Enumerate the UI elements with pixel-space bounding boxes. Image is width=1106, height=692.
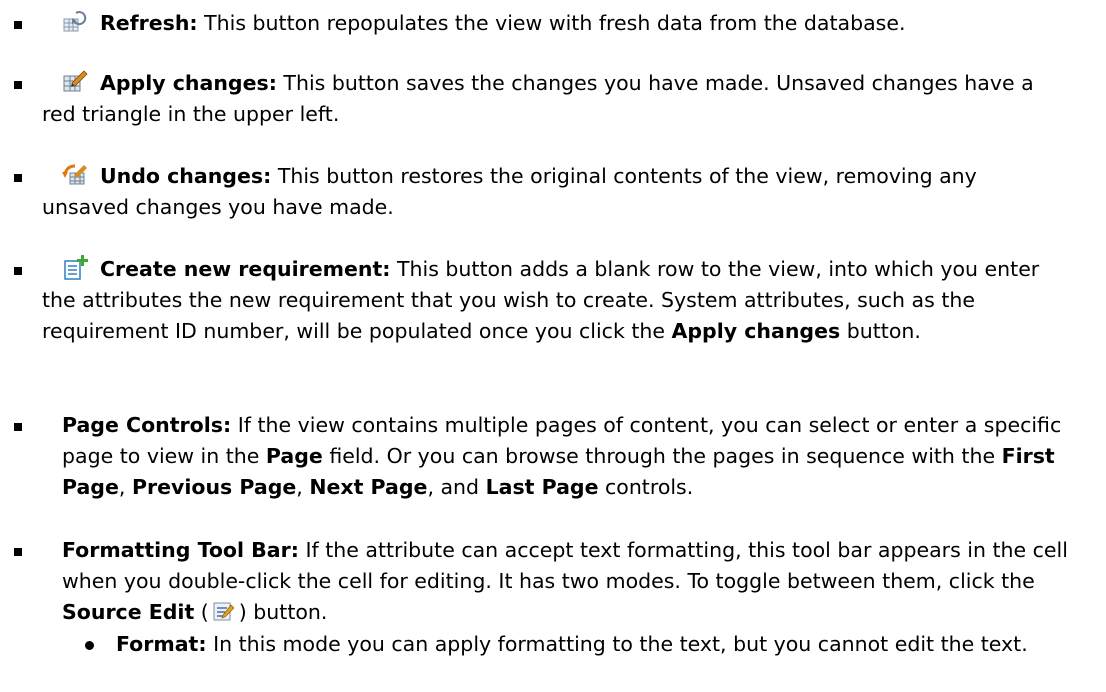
- bullet: [14, 548, 22, 556]
- item-description: controls.: [598, 475, 694, 499]
- list-item-text: Refresh: This button repopulates the vie…: [42, 8, 1066, 39]
- sub-bullet: [85, 641, 94, 650]
- paren: (: [194, 600, 209, 624]
- undo-changes-icon: [62, 162, 88, 188]
- list-item-text: Apply changes: This button saves the cha…: [42, 68, 1066, 130]
- paren: ): [238, 600, 247, 624]
- list-item-text: Formatting Tool Bar: If the attribute ca…: [62, 535, 1086, 628]
- item-description-tail: button.: [840, 319, 921, 343]
- next-page-ref: Next Page: [309, 475, 428, 499]
- bullet: [14, 267, 22, 275]
- item-label: Create new requirement:: [100, 257, 391, 281]
- apply-changes-ref: Apply changes: [671, 319, 841, 343]
- page-field-ref: Page: [265, 444, 323, 468]
- item-label: Page Controls:: [62, 413, 232, 437]
- list-item-text: Create new requirement: This button adds…: [42, 254, 1066, 347]
- bullet: [14, 81, 22, 89]
- bullet: [14, 174, 22, 182]
- separator: ,: [118, 475, 132, 499]
- bullet: [14, 21, 22, 29]
- previous-page-ref: Previous Page: [131, 475, 297, 499]
- create-requirement-icon: [62, 255, 88, 281]
- bullet: [14, 423, 22, 431]
- refresh-icon: [62, 9, 88, 35]
- item-label: Formatting Tool Bar:: [62, 538, 299, 562]
- list-item-text: Page Controls: If the view contains mult…: [62, 410, 1086, 503]
- separator: ,: [296, 475, 310, 499]
- item-label: Refresh:: [100, 11, 198, 35]
- source-edit-icon: [213, 601, 235, 623]
- last-page-ref: Last Page: [485, 475, 599, 499]
- source-edit-ref: Source Edit: [62, 600, 195, 624]
- item-description: button.: [246, 600, 328, 624]
- separator: , and: [427, 475, 486, 499]
- sub-item-description: In this mode you can apply formatting to…: [206, 632, 1028, 656]
- item-label: Apply changes:: [100, 71, 277, 95]
- item-description: field. Or you can browse through the pag…: [322, 444, 1002, 468]
- item-description: This button repopulates the view with fr…: [197, 11, 906, 35]
- sub-item-label: Format:: [116, 632, 207, 656]
- document: Refresh: This button repopulates the vie…: [0, 0, 1106, 692]
- apply-changes-icon: [62, 69, 88, 95]
- item-label: Undo changes:: [100, 164, 272, 188]
- list-item-text: Undo changes: This button restores the o…: [42, 161, 1066, 223]
- sub-list-item-text: Format: In this mode you can apply forma…: [116, 629, 1076, 660]
